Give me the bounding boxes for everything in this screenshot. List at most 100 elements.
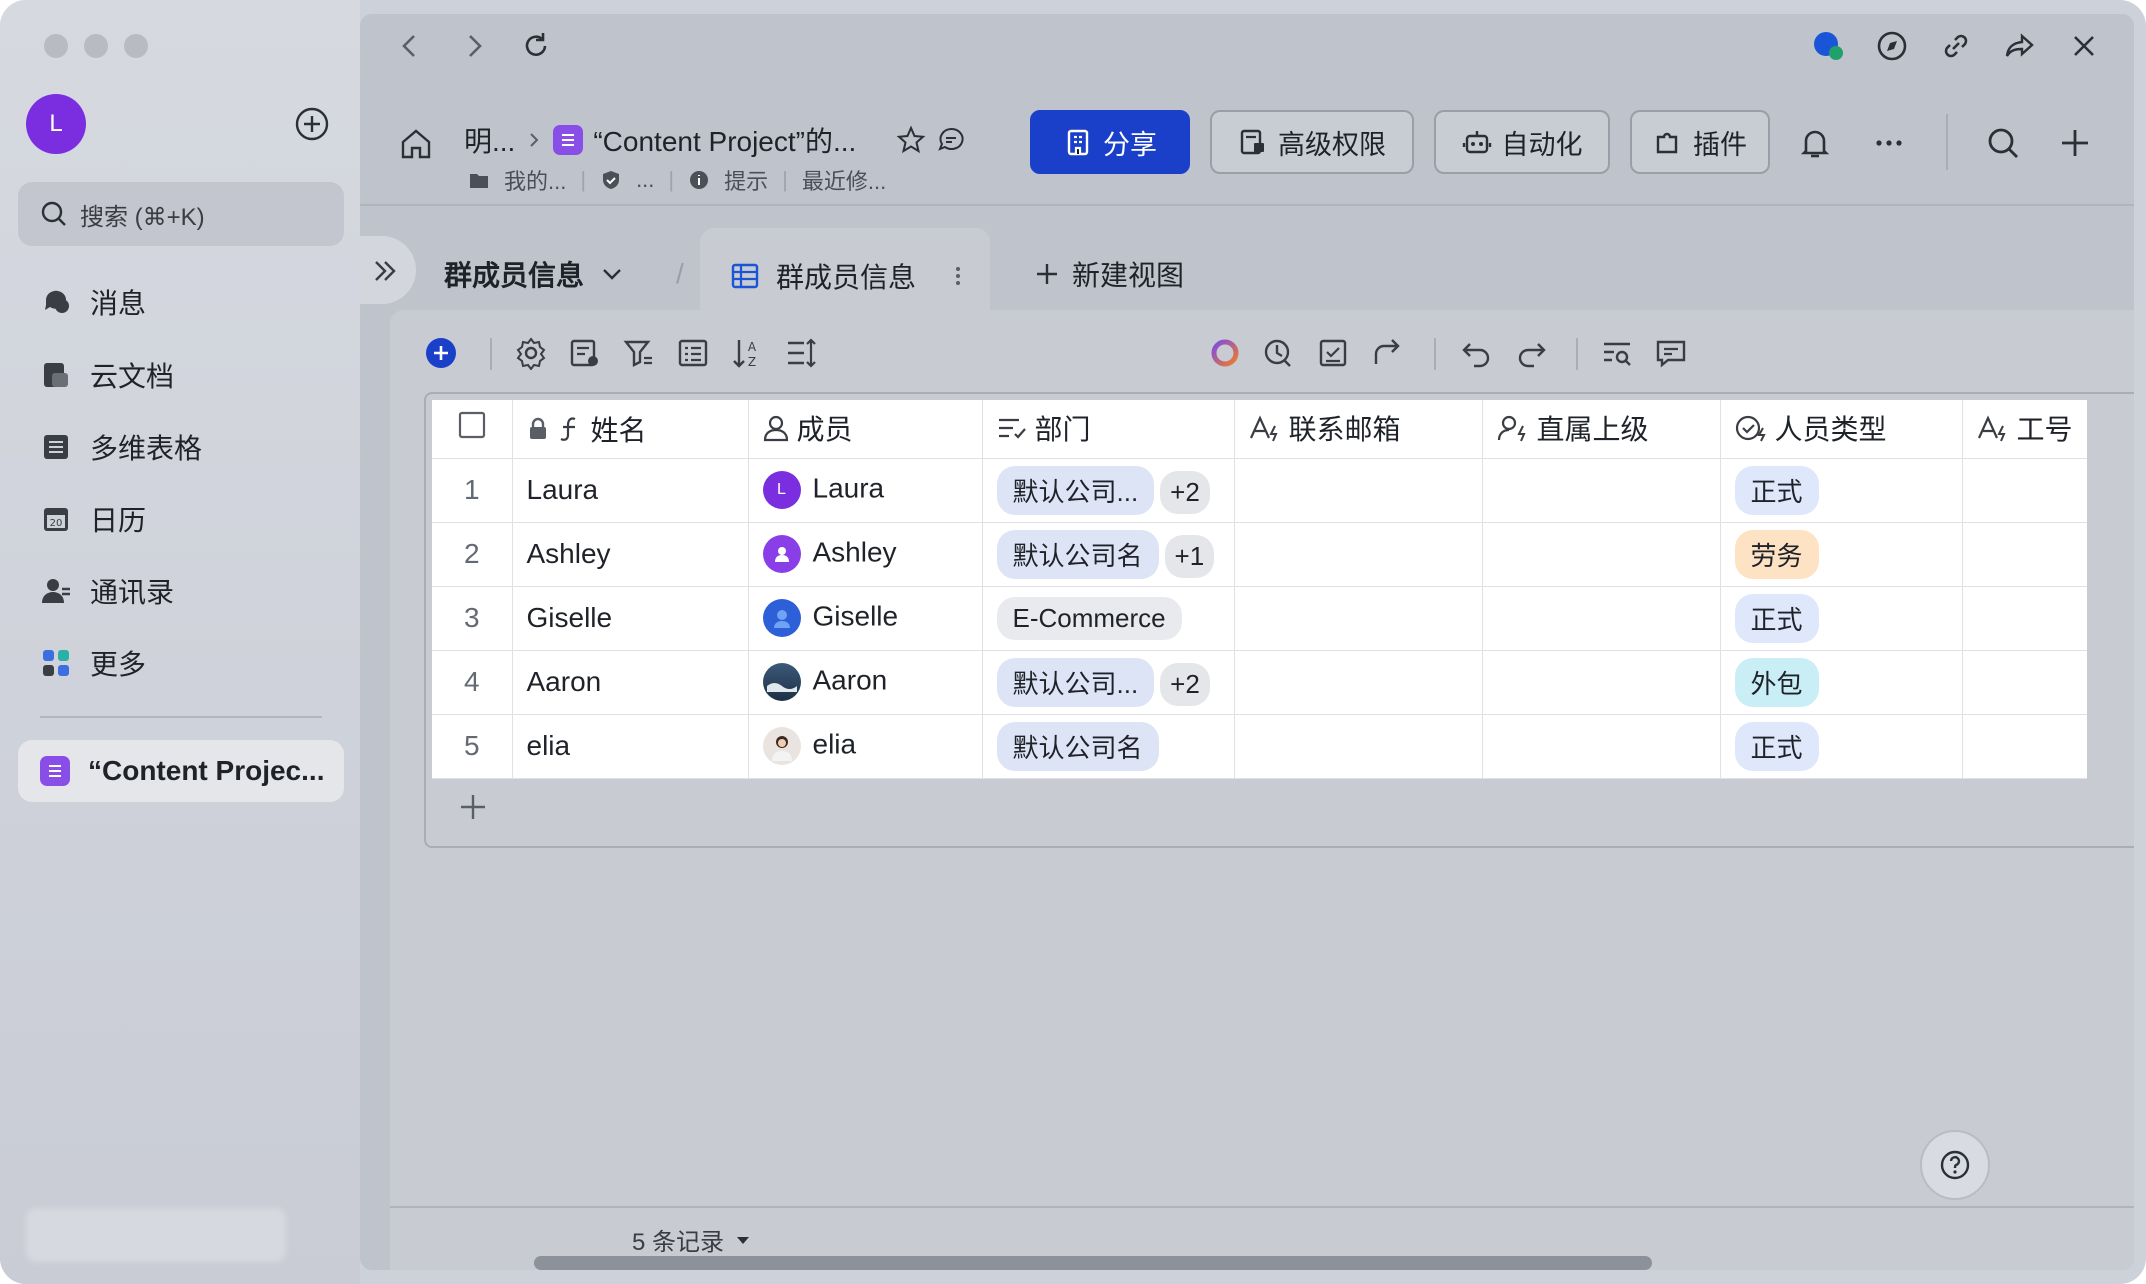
table-row[interactable]: 2 Ashley Ashley 默认公司名 +1 劳务 <box>432 522 2087 587</box>
sidebar-item-docs[interactable]: 云文档 <box>40 355 174 395</box>
department-more-badge[interactable]: +1 <box>1164 534 1215 578</box>
sidebar-item-contacts[interactable]: 通讯录 <box>40 571 174 611</box>
cell-department[interactable]: 默认公司... +2 <box>982 458 1235 523</box>
close-window-button[interactable] <box>44 34 68 58</box>
table-selector[interactable]: 群成员信息 / <box>444 254 684 294</box>
new-view-button[interactable]: 新建视图 <box>1032 254 1184 294</box>
column-header-type[interactable]: 人员类型 <box>1720 400 1963 459</box>
bell-icon[interactable] <box>1796 124 1834 162</box>
column-header-department[interactable]: 部门 <box>982 400 1235 459</box>
settings-icon[interactable] <box>514 336 548 370</box>
back-icon[interactable] <box>392 28 428 64</box>
sidebar-item-more[interactable]: 更多 <box>40 643 146 683</box>
cell-employee-id[interactable] <box>1962 458 2087 523</box>
share-button[interactable]: 分享 <box>1030 110 1190 174</box>
refresh-icon[interactable] <box>518 28 554 64</box>
minimize-window-button[interactable] <box>84 34 108 58</box>
cell-department[interactable]: 默认公司名 +1 <box>982 522 1235 587</box>
horizontal-scrollbar[interactable] <box>534 1256 1652 1270</box>
ai-assistant-icon[interactable] <box>1208 336 1242 370</box>
sidebar-search[interactable]: 搜索 (⌘+K) <box>18 182 344 246</box>
field-config-icon[interactable] <box>568 336 602 370</box>
column-header-manager[interactable]: 直属上级 <box>1482 400 1721 459</box>
cell-department[interactable]: 默认公司名 <box>982 714 1235 779</box>
filter-icon[interactable] <box>622 336 656 370</box>
cell-type[interactable]: 外包 <box>1720 650 1963 715</box>
cell-manager[interactable] <box>1482 522 1721 587</box>
comments-icon[interactable] <box>1654 336 1688 370</box>
cell-member[interactable]: elia <box>748 714 983 779</box>
doc-title[interactable]: “Content Project”的... <box>593 120 856 160</box>
redo-icon[interactable] <box>1514 336 1548 370</box>
forward-share-icon[interactable] <box>2002 28 2038 64</box>
cell-type[interactable]: 正式 <box>1720 458 1963 523</box>
cell-manager[interactable] <box>1482 458 1721 523</box>
cell-type[interactable]: 劳务 <box>1720 522 1963 587</box>
cell-type[interactable]: 正式 <box>1720 714 1963 779</box>
sort-icon[interactable]: AZ <box>730 336 764 370</box>
cell-employee-id[interactable] <box>1962 714 2087 779</box>
group-icon[interactable] <box>676 336 710 370</box>
add-row-icon[interactable] <box>458 792 488 822</box>
cell-name[interactable]: Ashley <box>512 522 749 587</box>
table-row[interactable]: 3 Giselle Giselle E-Commerce 正式 <box>432 586 2087 651</box>
cell-name[interactable]: Aaron <box>512 650 749 715</box>
cell-name[interactable]: Laura <box>512 458 749 523</box>
link-icon[interactable] <box>1938 28 1974 64</box>
kebab-menu-icon[interactable] <box>950 261 966 291</box>
maximize-window-button[interactable] <box>124 34 148 58</box>
department-more-badge[interactable]: +2 <box>1160 470 1210 514</box>
cell-name[interactable]: Giselle <box>512 586 749 651</box>
meta-verified[interactable]: ... <box>636 167 654 193</box>
cell-name[interactable]: elia <box>512 714 749 779</box>
add-icon[interactable] <box>2056 124 2094 162</box>
cell-department[interactable]: E-Commerce <box>982 586 1235 651</box>
breadcrumb-root[interactable]: 明... <box>464 120 515 160</box>
select-all-checkbox-cell[interactable] <box>432 400 513 459</box>
column-header-employee-id[interactable]: 工号 <box>1962 400 2087 459</box>
row-height-icon[interactable] <box>784 336 818 370</box>
cell-member[interactable]: L Laura <box>748 458 983 523</box>
history-icon[interactable] <box>1262 336 1296 370</box>
column-header-name[interactable]: 姓名 <box>512 400 749 459</box>
help-button[interactable] <box>1920 1130 1990 1200</box>
cell-manager[interactable] <box>1482 650 1721 715</box>
cell-manager[interactable] <box>1482 714 1721 779</box>
compass-icon[interactable] <box>1874 28 1910 64</box>
create-new-icon[interactable] <box>294 106 330 142</box>
column-header-email[interactable]: 联系邮箱 <box>1234 400 1483 459</box>
checkbox-icon[interactable] <box>458 411 486 439</box>
plugins-button[interactable]: 插件 <box>1630 110 1770 174</box>
forward-icon[interactable] <box>456 28 492 64</box>
find-icon[interactable] <box>1600 336 1634 370</box>
cell-type[interactable]: 正式 <box>1720 586 1963 651</box>
cell-employee-id[interactable] <box>1962 650 2087 715</box>
cell-member[interactable]: Giselle <box>748 586 983 651</box>
record-count[interactable]: 5 条记录 <box>632 1222 752 1257</box>
sidebar-item-base[interactable]: 多维表格 <box>40 427 202 467</box>
table-row[interactable]: 5 elia elia 默认公司名 正式 <box>432 714 2087 779</box>
undo-icon[interactable] <box>1460 336 1494 370</box>
cell-email[interactable] <box>1234 522 1483 587</box>
sidebar-item-calendar[interactable]: 20 日历 <box>40 499 146 539</box>
cell-email[interactable] <box>1234 650 1483 715</box>
comment-icon[interactable] <box>936 125 966 155</box>
sidebar-current-doc[interactable]: “Content Projec... <box>18 740 344 802</box>
meta-hint[interactable]: 提示 <box>724 164 768 196</box>
table-row[interactable]: 1 Laura L Laura 默认公司... +2 正式 <box>432 458 2087 523</box>
cell-email[interactable] <box>1234 714 1483 779</box>
cell-employee-id[interactable] <box>1962 522 2087 587</box>
search-icon[interactable] <box>1984 124 2022 162</box>
sidebar-item-messages[interactable]: 消息 <box>40 282 146 322</box>
cell-member[interactable]: Aaron <box>748 650 983 715</box>
department-more-badge[interactable]: +2 <box>1160 662 1210 706</box>
cell-manager[interactable] <box>1482 586 1721 651</box>
meta-owner[interactable]: 我的... <box>504 164 566 196</box>
automation-button[interactable]: 自动化 <box>1434 110 1610 174</box>
home-icon[interactable] <box>398 126 434 162</box>
table-row[interactable]: 4 Aaron Aaron 默认公司... +2 外包 <box>432 650 2087 715</box>
expand-sidebar-button[interactable] <box>360 236 416 304</box>
cell-member[interactable]: Ashley <box>748 522 983 587</box>
cell-email[interactable] <box>1234 458 1483 523</box>
task-check-icon[interactable] <box>1316 336 1350 370</box>
